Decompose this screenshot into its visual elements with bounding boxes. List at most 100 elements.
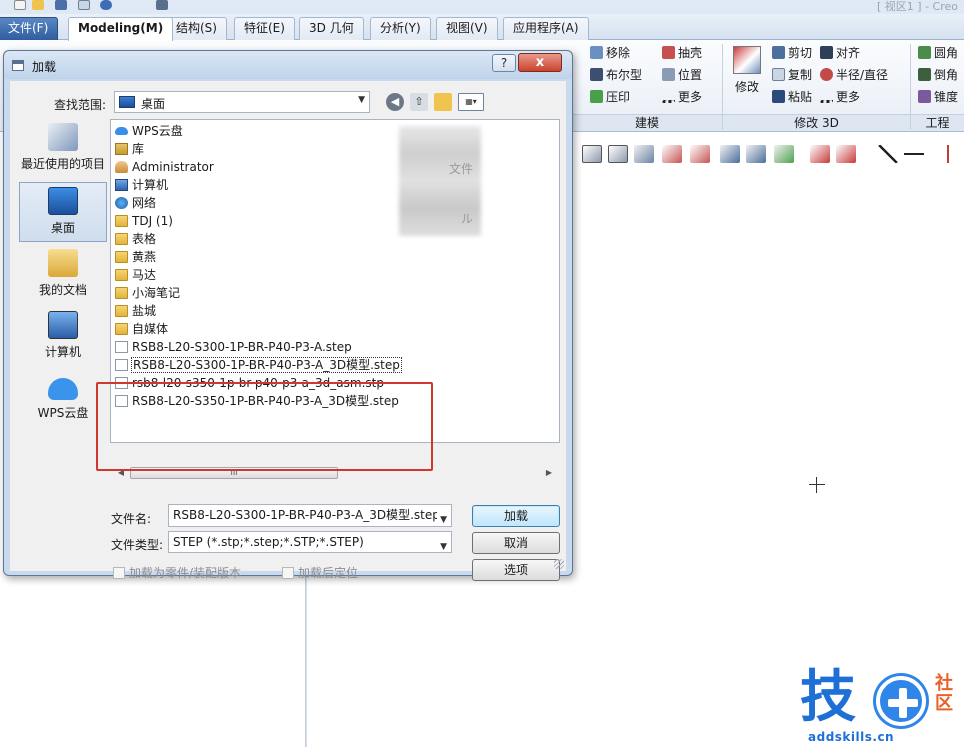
scroll-thumb[interactable]: III [130, 467, 338, 479]
mirror-icon[interactable] [690, 145, 710, 163]
chamfer-command[interactable]: 倒角 [918, 66, 958, 84]
modify-big-button[interactable]: 修改 [729, 46, 765, 95]
view-menu-icon[interactable]: ▦▾ [458, 93, 484, 111]
file-icon [115, 395, 128, 407]
remove-command[interactable]: 移除 [590, 44, 630, 62]
place-wps-cloud[interactable]: WPS云盘 [19, 370, 107, 430]
look-in-combo[interactable]: 桌面 ▼ [114, 91, 370, 113]
chevron-down-icon: ▼ [440, 542, 447, 552]
undo-icon[interactable] [100, 0, 112, 10]
list-item[interactable]: Administrator [115, 158, 214, 176]
relocate-after-load-checkbox[interactable]: 加载后定位 [282, 564, 358, 580]
places-bar: 最近使用的项目 桌面 我的文档 计算机 WPS云盘 [12, 119, 108, 443]
copy-command[interactable]: 复制 [772, 66, 812, 84]
network-icon [115, 197, 128, 209]
line-icon[interactable] [878, 145, 898, 163]
open-folder-icon[interactable] [32, 0, 44, 10]
pattern-icon[interactable] [720, 145, 740, 163]
site-watermark: 技 社区 addskills.cn [800, 668, 962, 747]
file-type-select[interactable]: STEP (*.stp;*.step;*.STP;*.STEP) ▼ [168, 531, 452, 553]
list-item[interactable]: 马达 [115, 266, 156, 284]
regenerate-icon[interactable] [156, 0, 168, 10]
model-tree-panel [0, 568, 306, 747]
transform-icon[interactable] [634, 145, 654, 163]
tab-modeling[interactable]: Modeling(M) [68, 17, 174, 41]
more-modify-command[interactable]: 更多 [820, 88, 860, 106]
load-button[interactable]: 加载 [472, 505, 560, 527]
shell-command[interactable]: 抽壳 [662, 44, 702, 62]
list-item[interactable]: 网络 [115, 194, 156, 212]
horizontal-scrollbar[interactable]: ◀ III ▶ [114, 466, 556, 480]
tab-applications[interactable]: 应用程序(A) [503, 17, 589, 40]
list-item[interactable]: 计算机 [115, 176, 168, 194]
load-as-part-checkbox[interactable]: 加载为零件/装配版本 [113, 564, 241, 580]
box-icon[interactable] [582, 145, 602, 163]
checkbox-box [113, 567, 125, 579]
help-button[interactable]: ? [492, 54, 516, 72]
more-build-command[interactable]: 更多 [662, 88, 702, 106]
back-icon[interactable]: ◀ [386, 93, 404, 111]
cancel-button[interactable]: 取消 [472, 532, 560, 554]
resize-grip-icon[interactable] [554, 559, 564, 569]
list-item[interactable]: WPS云盘 [115, 122, 183, 140]
cut-command[interactable]: 剪切 [772, 44, 812, 62]
tab-3d-geometry[interactable]: 3D 几何 [299, 17, 364, 40]
folder-icon [115, 251, 128, 263]
align-command[interactable]: 对齐 [820, 44, 860, 62]
dialog-titlebar[interactable]: 加载 ? x [4, 51, 572, 79]
folder-icon [115, 323, 128, 335]
up-folder-icon[interactable]: ⇧ [410, 93, 428, 111]
list-item[interactable]: 自媒体 [115, 320, 168, 338]
list-item[interactable]: 小海笔记 [115, 284, 180, 302]
tab-view[interactable]: 视图(V) [436, 17, 498, 40]
replace-icon[interactable] [774, 145, 794, 163]
tab-structure[interactable]: 结构(S) [166, 17, 227, 40]
list-item[interactable]: rsb8-l20-s350-1p-br-p40-p3-a_3d_asm.stp [115, 374, 384, 392]
list-item[interactable]: RSB8-L20-S300-1P-BR-P40-P3-A.step [115, 338, 352, 356]
list-item[interactable]: 盐城 [115, 302, 156, 320]
box-icon[interactable] [608, 145, 628, 163]
scroll-left-icon[interactable]: ◀ [114, 466, 128, 480]
options-button[interactable]: 选项 [472, 559, 560, 581]
new-file-icon[interactable] [14, 0, 26, 10]
radius-command[interactable]: 半径/直径 [820, 66, 888, 84]
file-list[interactable]: WPS云盘 库 Administrator 计算机 网络 TDJ (1) 表格 … [110, 119, 560, 443]
print-preview-icon[interactable] [78, 0, 90, 10]
point-icon[interactable] [810, 145, 830, 163]
tab-file[interactable]: 文件(F) [0, 17, 59, 40]
pattern-icon[interactable] [746, 145, 766, 163]
close-button[interactable]: x [518, 53, 562, 72]
list-item[interactable]: 库 [115, 140, 144, 158]
scroll-right-icon[interactable]: ▶ [542, 466, 556, 480]
draft-icon [918, 90, 931, 103]
line-icon[interactable] [938, 145, 958, 163]
imprint-command[interactable]: 压印 [590, 88, 630, 106]
list-item[interactable]: 黄燕 [115, 248, 156, 266]
boolean-command[interactable]: 布尔型 [590, 66, 642, 84]
position-command[interactable]: 位置 [662, 66, 702, 84]
chevron-down-icon[interactable]: ▼ [437, 510, 447, 526]
list-item[interactable]: 表格 [115, 230, 156, 248]
look-in-label: 查找范围: [54, 98, 107, 112]
place-recent[interactable]: 最近使用的项目 [19, 119, 107, 179]
tab-features[interactable]: 特征(E) [234, 17, 295, 40]
place-desktop[interactable]: 桌面 [19, 182, 107, 242]
new-folder-icon[interactable] [434, 93, 452, 111]
place-computer[interactable]: 计算机 [19, 307, 107, 367]
chamfer-icon [918, 68, 931, 81]
line-icon[interactable] [904, 145, 924, 163]
tab-analysis[interactable]: 分析(Y) [370, 17, 431, 40]
move-icon[interactable] [662, 145, 682, 163]
file-type-label: 文件类型: [111, 538, 164, 552]
watermark-tag: 社区 [935, 673, 953, 714]
paste-command[interactable]: 粘贴 [772, 88, 812, 106]
axis-icon[interactable] [836, 145, 856, 163]
place-documents[interactable]: 我的文档 [19, 245, 107, 305]
list-item-selected[interactable]: RSB8-L20-S300-1P-BR-P40-P3-A_3D模型.step [115, 356, 402, 374]
list-item[interactable]: RSB8-L20-S350-1P-BR-P40-P3-A_3D模型.step [115, 392, 399, 410]
round-command[interactable]: 圆角 [918, 44, 958, 62]
draft-command[interactable]: 锥度 [918, 88, 958, 106]
list-item[interactable]: TDJ (1) [115, 212, 173, 230]
file-name-input[interactable]: RSB8-L20-S300-1P-BR-P40-P3-A_3D模型.step ▼ [168, 504, 452, 527]
save-icon[interactable] [55, 0, 67, 10]
